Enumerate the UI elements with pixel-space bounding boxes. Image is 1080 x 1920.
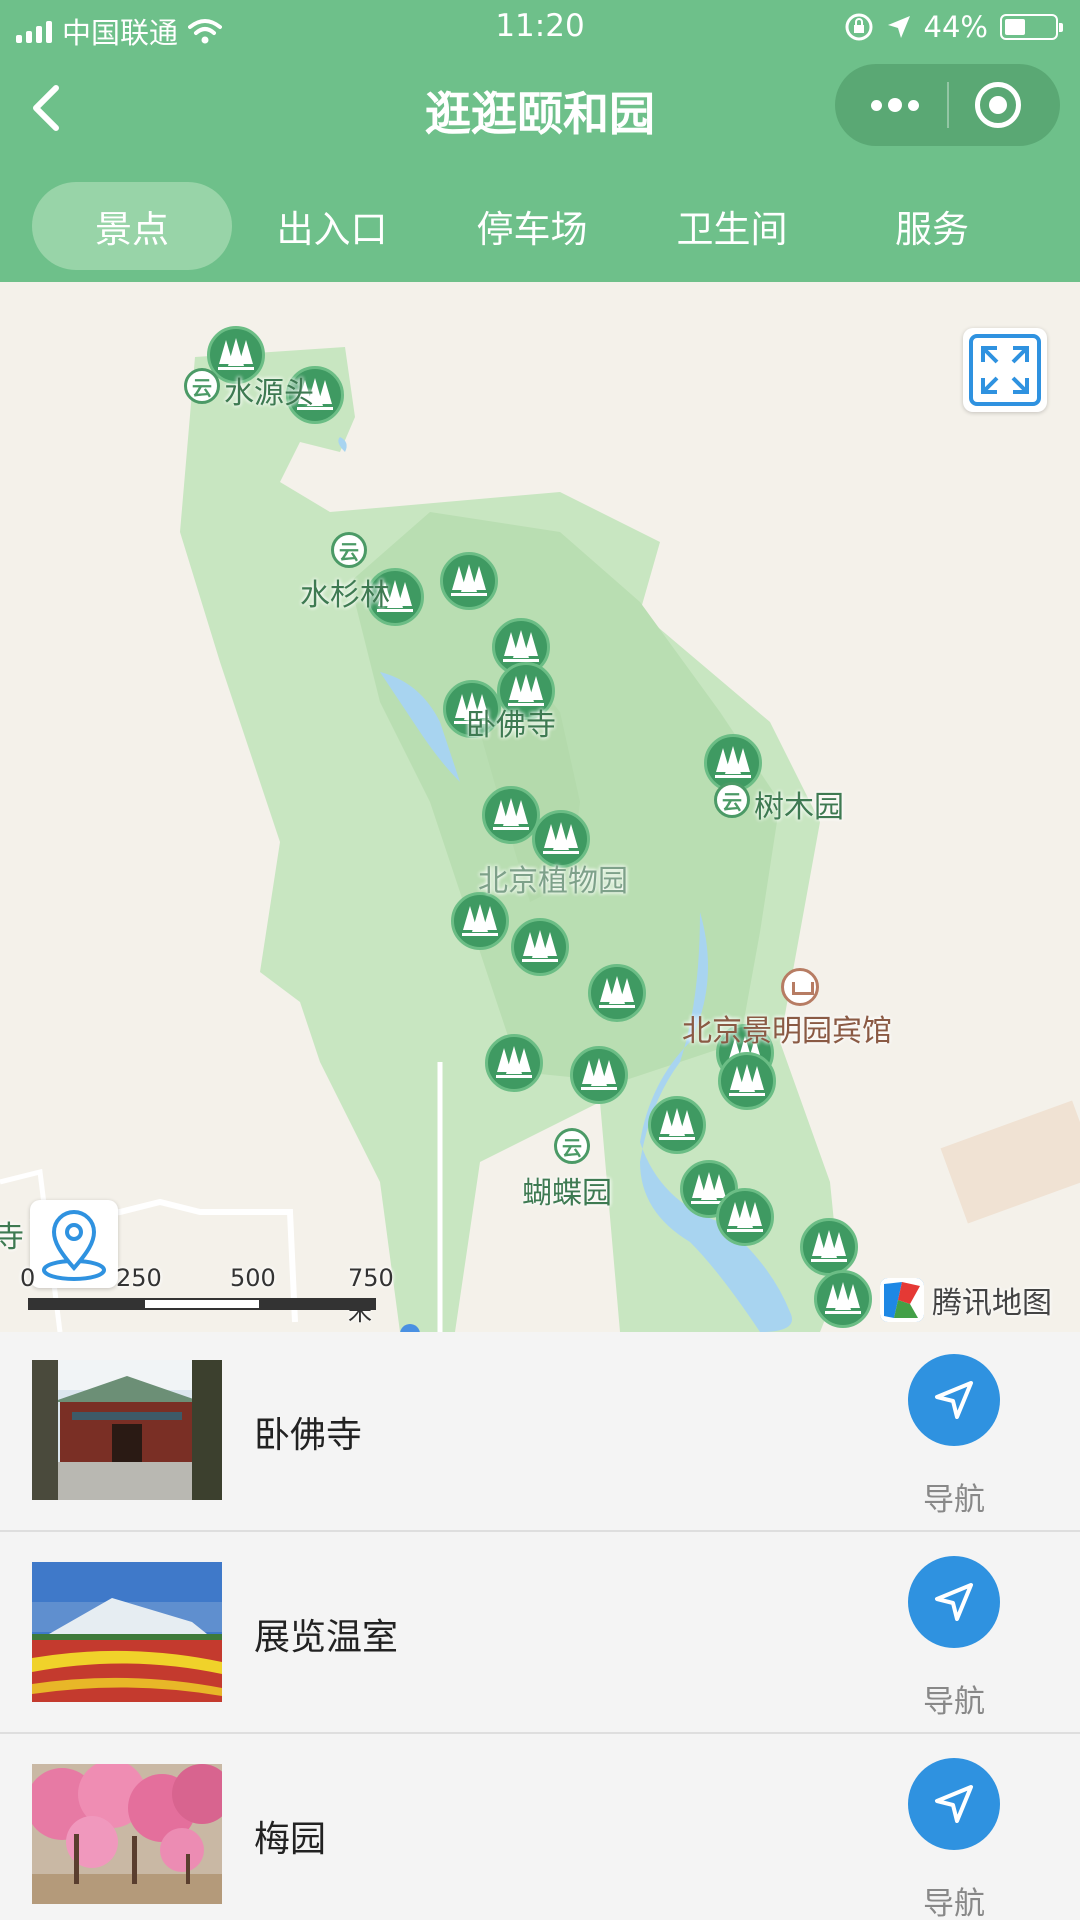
fullscreen-button[interactable] [963, 328, 1047, 412]
status-right: 44% [844, 10, 1063, 44]
list-item[interactable]: 梅园 导航 [0, 1736, 1080, 1920]
tree-icon [496, 1046, 532, 1078]
plum-garden-thumbnail [32, 1764, 222, 1904]
place-label-hotel: 北京景明园宾馆 [682, 1014, 892, 1049]
tree-icon [715, 746, 751, 778]
tree-icon [522, 930, 558, 962]
tree-icon [503, 630, 539, 662]
attraction-marker[interactable] [485, 1034, 543, 1092]
category-tabs: 景点 出入口 停车场 卫生间 服务 [0, 182, 1080, 270]
close-mini-program-button[interactable] [975, 82, 1021, 128]
attraction-name: 展览温室 [254, 1617, 399, 1658]
attraction-marker[interactable] [511, 918, 569, 976]
tab-restrooms[interactable]: 卫生间 [632, 182, 832, 270]
attraction-marker[interactable] [814, 1270, 872, 1328]
tab-services[interactable]: 服务 [832, 182, 1032, 270]
tencent-map-logo-icon [880, 1278, 924, 1322]
navigation-bar: 逛逛颐和园 [0, 60, 1080, 156]
tree-icon [543, 822, 579, 854]
tree-icon [218, 338, 254, 370]
scale-label: 250 [116, 1264, 162, 1292]
map-brand-text: 腾讯地图 [932, 1286, 1052, 1321]
battery-percent: 44% [923, 10, 988, 44]
list-item[interactable]: 展览温室 导航 [0, 1534, 1080, 1734]
tree-icon [493, 798, 529, 830]
greenhouse-thumbnail [32, 1562, 222, 1702]
navigation-arrow-icon [935, 1583, 973, 1621]
scenic-gate-icon: 云 [184, 368, 220, 404]
navigate-button[interactable] [908, 1354, 1000, 1446]
tab-parking[interactable]: 停车场 [432, 182, 632, 270]
hotel-icon [781, 968, 819, 1006]
map-view[interactable]: 云 水源头 云 水杉林 卧佛寺 云 树木园 北京植物园 北京景明园宾馆 云 蝴蝶… [0, 282, 1080, 1332]
navigate-button[interactable] [908, 1758, 1000, 1850]
attraction-marker[interactable] [440, 552, 498, 610]
fullscreen-icon [969, 334, 1041, 406]
tree-icon [599, 976, 635, 1008]
more-options-button[interactable] [855, 64, 935, 146]
place-label-wofosi: 卧佛寺 [466, 708, 556, 743]
tree-icon [581, 1058, 617, 1090]
capsule-divider [947, 82, 949, 128]
list-item[interactable]: 卧佛寺 导航 [0, 1332, 1080, 1532]
attraction-marker[interactable] [570, 1046, 628, 1104]
place-label-hudieyuan: 蝴蝶园 [522, 1176, 612, 1211]
status-bar: 中国联通 11:20 44% [0, 0, 1080, 56]
attraction-marker[interactable] [716, 1188, 774, 1246]
attraction-marker[interactable] [800, 1218, 858, 1276]
scenic-gate-icon: 云 [554, 1128, 590, 1164]
scale-label: 750 米 [348, 1264, 394, 1326]
scale-label: 0 [20, 1264, 36, 1292]
tab-attractions[interactable]: 景点 [32, 182, 232, 270]
map-provider-brand: 腾讯地图 [880, 1272, 1052, 1328]
navigation-arrow-icon [935, 1381, 973, 1419]
attraction-marker[interactable] [451, 892, 509, 950]
attraction-name: 卧佛寺 [254, 1415, 363, 1456]
tree-icon [727, 1200, 763, 1232]
attraction-marker[interactable] [588, 964, 646, 1022]
navigate-label[interactable]: 导航 [880, 1676, 1028, 1721]
place-label-zhiwuyuan: 北京植物园 [478, 864, 628, 899]
top-header: 中国联通 11:20 44% 逛逛颐和园 景点 出入口 停车场 卫生间 服务 [0, 0, 1080, 282]
tree-icon [462, 904, 498, 936]
tree-icon [729, 1064, 765, 1096]
attraction-marker[interactable] [648, 1096, 706, 1154]
tree-icon [825, 1282, 861, 1314]
battery-icon [1000, 14, 1063, 40]
tab-entrances[interactable]: 出入口 [232, 182, 432, 270]
attraction-list: 卧佛寺 导航 展览温室 导航 梅园 导航 [0, 1332, 1080, 1920]
scale-bar [28, 1298, 376, 1310]
navigate-button[interactable] [908, 1556, 1000, 1648]
map-scale: 0 250 500 750 米 [20, 1264, 394, 1326]
temple-thumbnail [32, 1360, 222, 1500]
mini-program-capsule [835, 64, 1060, 146]
scale-label: 500 [230, 1264, 276, 1292]
navigate-label[interactable]: 导航 [880, 1474, 1028, 1519]
attraction-marker[interactable] [718, 1052, 776, 1110]
tree-icon [659, 1108, 695, 1140]
place-label-edge-temple: 寺 [0, 1220, 24, 1255]
scenic-gate-icon: 云 [331, 532, 367, 568]
attraction-name: 梅园 [254, 1819, 327, 1860]
location-arrow-icon [887, 16, 910, 38]
place-label-shumuyuan: 树木园 [754, 790, 844, 825]
navigate-label[interactable]: 导航 [880, 1878, 1028, 1920]
tree-icon [811, 1230, 847, 1262]
orientation-lock-icon [845, 13, 873, 41]
tree-icon [451, 564, 487, 596]
navigation-arrow-icon [935, 1785, 973, 1823]
place-label-shuishanlin: 水杉林 [300, 578, 390, 613]
place-label-shuiyuantou: 水源头 [224, 376, 314, 411]
scenic-gate-icon: 云 [714, 782, 750, 818]
